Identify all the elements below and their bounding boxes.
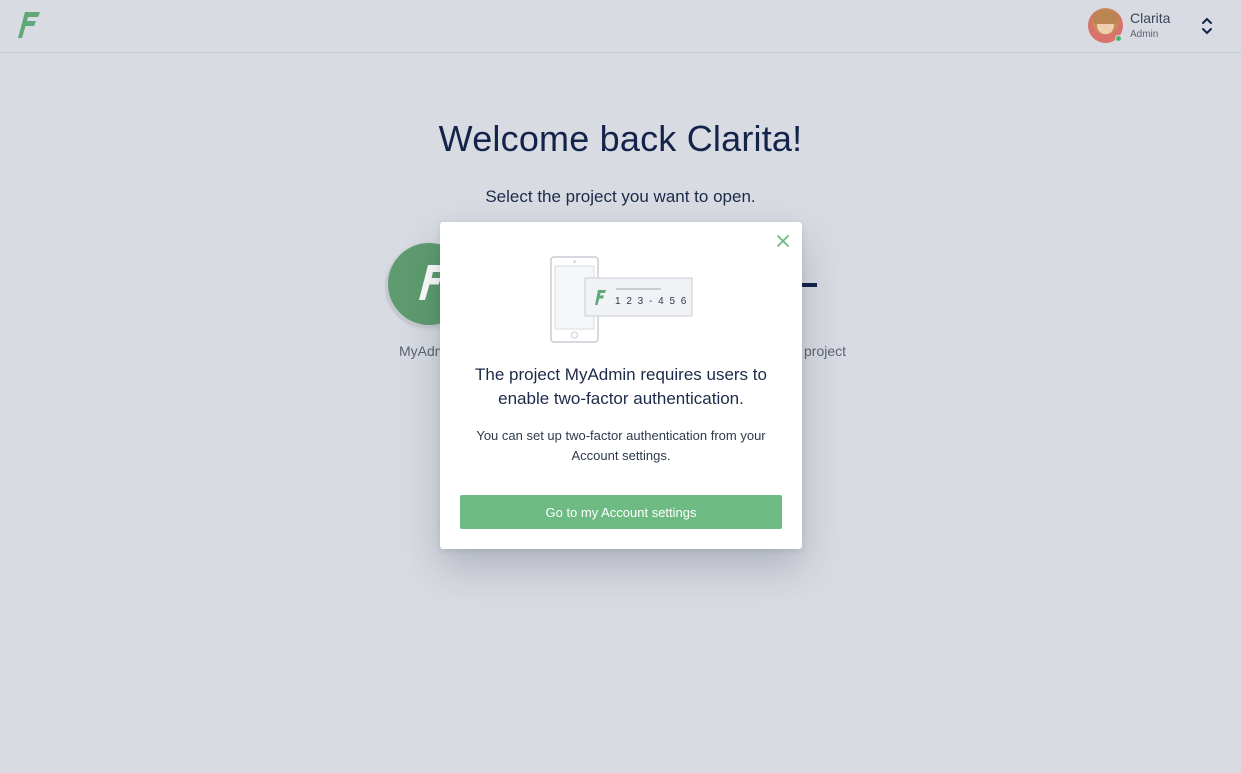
avatar[interactable] [1088, 8, 1123, 43]
top-bar: Clarita Admin [0, 0, 1241, 53]
user-name: Clarita [1130, 10, 1171, 26]
two-factor-illustration-icon: 1 2 3 - 4 5 6 [550, 256, 693, 343]
brand-logo-icon[interactable] [17, 11, 41, 39]
modal-title: The project MyAdmin requires users to en… [475, 365, 767, 408]
page-subtitle: Select the project you want to open. [485, 187, 756, 206]
close-icon[interactable] [775, 233, 791, 249]
user-role: Admin [1130, 29, 1159, 40]
account-settings-button[interactable]: Go to my Account settings [460, 495, 782, 529]
verification-code: 1 2 3 - 4 5 6 [615, 296, 688, 307]
two-factor-modal: 1 2 3 - 4 5 6 The project MyAdmin requir… [440, 222, 802, 549]
page-title: Welcome back Clarita! [438, 118, 803, 159]
chevron-up-down-icon[interactable] [1200, 16, 1214, 36]
online-status-icon [1115, 35, 1122, 42]
modal-text: You can set up two-factor authentication… [476, 428, 766, 463]
